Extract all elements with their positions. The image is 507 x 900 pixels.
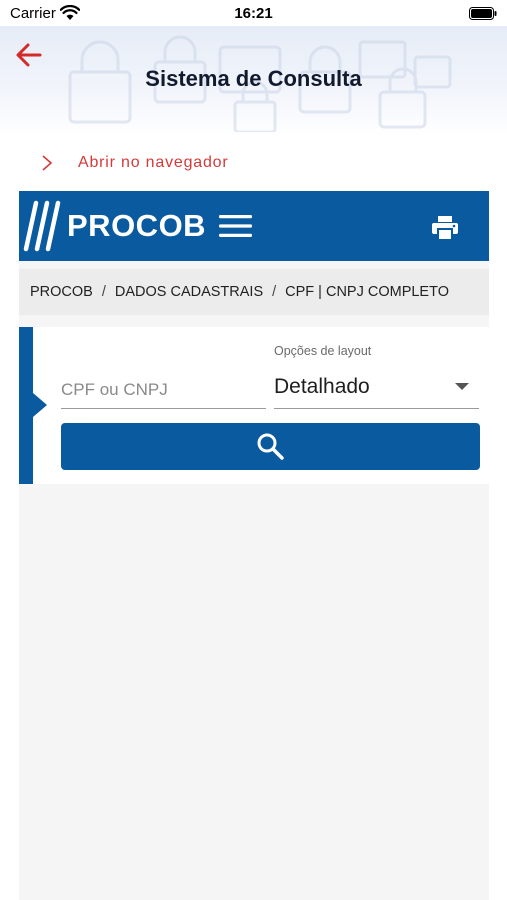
search-button[interactable] bbox=[61, 423, 480, 470]
search-form-card: Opções de layout Detalhado bbox=[19, 327, 489, 484]
open-in-browser-link[interactable]: Abrir no navegador bbox=[40, 150, 229, 176]
page-title: Sistema de Consulta bbox=[145, 66, 362, 91]
breadcrumb-item-procob[interactable]: PROCOB bbox=[30, 284, 93, 300]
logo-text: PROCOB bbox=[67, 208, 207, 243]
printer-icon[interactable] bbox=[431, 216, 459, 240]
breadcrumb: PROCOB / DADOS CADASTRAIS / CPF | CNPJ C… bbox=[19, 269, 489, 315]
logo-slashes-icon bbox=[23, 200, 61, 252]
battery-icon bbox=[469, 7, 497, 20]
card-pointer-icon bbox=[33, 393, 47, 417]
open-in-browser-label: Abrir no navegador bbox=[78, 154, 229, 171]
breadcrumb-separator: / bbox=[272, 284, 277, 300]
layout-options-select[interactable]: Detalhado bbox=[274, 363, 479, 409]
cpf-cnpj-input[interactable] bbox=[61, 363, 266, 409]
search-icon bbox=[257, 433, 284, 460]
layout-selected-value: Detalhado bbox=[274, 375, 370, 398]
dropdown-arrow-icon bbox=[455, 383, 469, 390]
hamburger-menu-icon[interactable] bbox=[219, 213, 253, 239]
clock: 16:21 bbox=[234, 5, 273, 22]
procob-logo[interactable]: PROCOB bbox=[23, 199, 206, 253]
site-topbar: PROCOB bbox=[19, 191, 489, 261]
breadcrumb-separator: / bbox=[101, 284, 106, 300]
app-header: Sistema de Consulta bbox=[0, 26, 507, 136]
breadcrumb-item-cpf-cnpj-completo: CPF | CNPJ COMPLETO bbox=[285, 284, 449, 300]
card-accent-bar bbox=[19, 327, 33, 484]
status-bar: Carrier 16:21 bbox=[0, 0, 507, 26]
breadcrumb-item-dados-cadastrais[interactable]: DADOS CADASTRAIS bbox=[115, 284, 263, 300]
layout-options-label: Opções de layout bbox=[274, 344, 372, 358]
chevron-right-icon bbox=[42, 155, 53, 171]
web-content: PROCOB PROCOB / DADOS CADASTRAIS / CPF |… bbox=[19, 191, 489, 900]
